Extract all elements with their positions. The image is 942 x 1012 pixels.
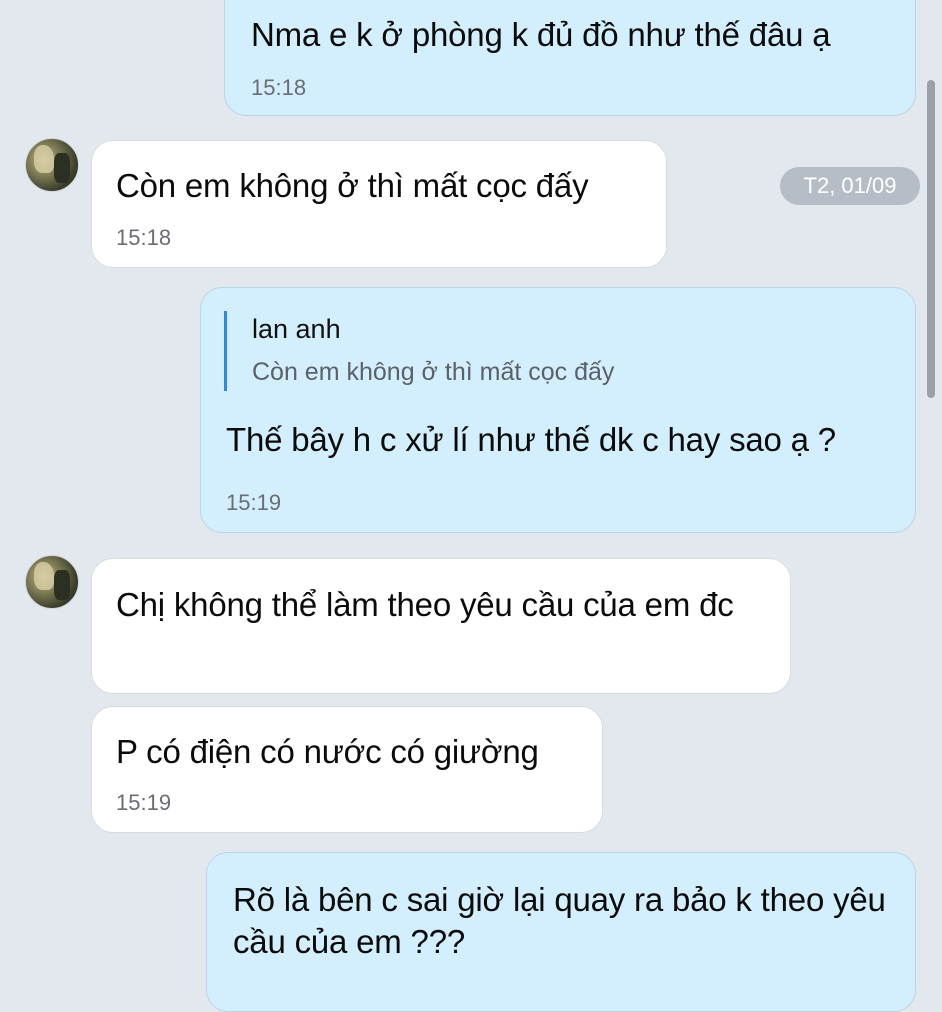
message-text: Nma e k ở phòng k đủ đồ như thế đâu ạ [251,16,831,53]
received-message-bubble[interactable]: Còn em không ở thì mất cọc đấy 15:18 [91,140,667,268]
received-message-bubble[interactable]: Chị không thể làm theo yêu cầu của em đc [91,558,791,694]
contact-avatar-icon[interactable] [25,555,79,609]
message-time: 15:19 [116,790,172,815]
reply-quote-author: lan anh [252,314,341,344]
message-text: P có điện có nước có giường [116,733,539,770]
scrollbar[interactable] [927,80,935,398]
message-text: Rõ là bên c sai giờ lại quay ra bảo k th… [233,881,886,960]
message-text: Còn em không ở thì mất cọc đấy [116,167,589,204]
received-message-bubble[interactable]: P có điện có nước có giường 15:19 [91,706,603,833]
date-separator-badge: T2, 01/09 [780,167,920,205]
contact-avatar-icon[interactable] [25,138,79,192]
message-time: 15:18 [251,75,307,100]
sent-message-bubble[interactable]: Nma e k ở phòng k đủ đồ như thế đâu ạ 15… [224,0,916,116]
sent-message-bubble[interactable]: Rõ là bên c sai giờ lại quay ra bảo k th… [206,852,916,1012]
message-text: Thế bây h c xử lí như thế dk c hay sao ạ… [226,421,836,458]
reply-quote-text: Còn em không ở thì mất cọc đấy [252,358,615,386]
message-time: 15:18 [116,225,172,250]
message-time: 15:19 [226,490,282,515]
chat-screen: { "messages": [ {"id": "m1", "direction"… [0,0,942,1012]
reply-quote[interactable]: lan anh Còn em không ở thì mất cọc đấy [224,311,614,391]
message-text: Chị không thể làm theo yêu cầu của em đc [116,586,734,623]
